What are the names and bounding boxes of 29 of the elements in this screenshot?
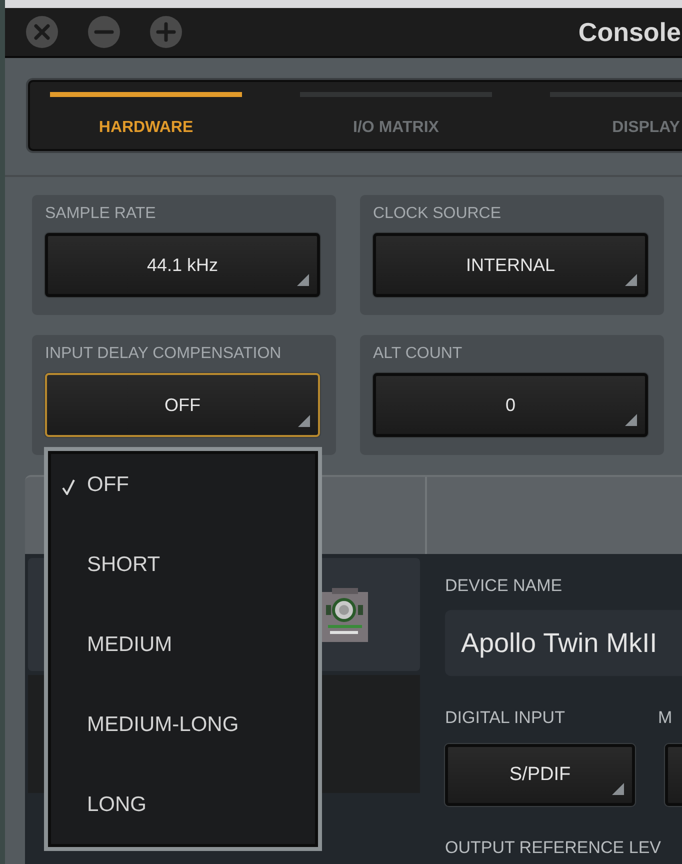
menu-item[interactable]: LONG: [48, 793, 318, 864]
minimize-button[interactable]: [87, 15, 121, 49]
field-label: DIGITAL INPUT: [445, 708, 565, 728]
corner-triangle-icon: [625, 414, 637, 426]
field-label: DEVICE NAME: [445, 576, 564, 596]
menu-item[interactable]: SHORT: [48, 553, 318, 633]
dropdown-button[interactable]: OFF: [45, 373, 320, 437]
dropdown-button[interactable]: S/PDIF: [445, 744, 635, 806]
dropdown-button[interactable]: 44.1 kHz: [45, 233, 320, 297]
window-title: Console: [578, 16, 681, 48]
setting-label: ALT COUNT: [373, 345, 464, 363]
corner-triangle-icon: [612, 783, 624, 795]
corner-triangle-icon: [297, 274, 309, 286]
setting-label: SAMPLE RATE: [45, 205, 157, 223]
corner-triangle-icon: [298, 415, 310, 427]
corner-triangle-icon: [625, 274, 637, 286]
tab[interactable]: HARDWARE: [50, 82, 242, 146]
setting-label: INPUT DELAY COMPENSATION: [45, 345, 282, 363]
field-label: M: [658, 708, 672, 728]
device-name-field[interactable]: Apollo Twin MkII: [445, 610, 682, 676]
menu-item[interactable]: MEDIUM: [48, 633, 318, 713]
dropdown-button[interactable]: 0: [373, 373, 648, 437]
close-button[interactable]: [25, 15, 59, 49]
setting-label: CLOCK SOURCE: [373, 205, 502, 223]
dropdown-button[interactable]: INTERNAL: [373, 233, 648, 297]
field-label: OUTPUT REFERENCE LEV: [445, 838, 662, 858]
zoom-button[interactable]: [149, 15, 183, 49]
menu-item[interactable]: MEDIUM-LONG: [48, 713, 318, 793]
menu-item[interactable]: OFF: [48, 473, 318, 553]
